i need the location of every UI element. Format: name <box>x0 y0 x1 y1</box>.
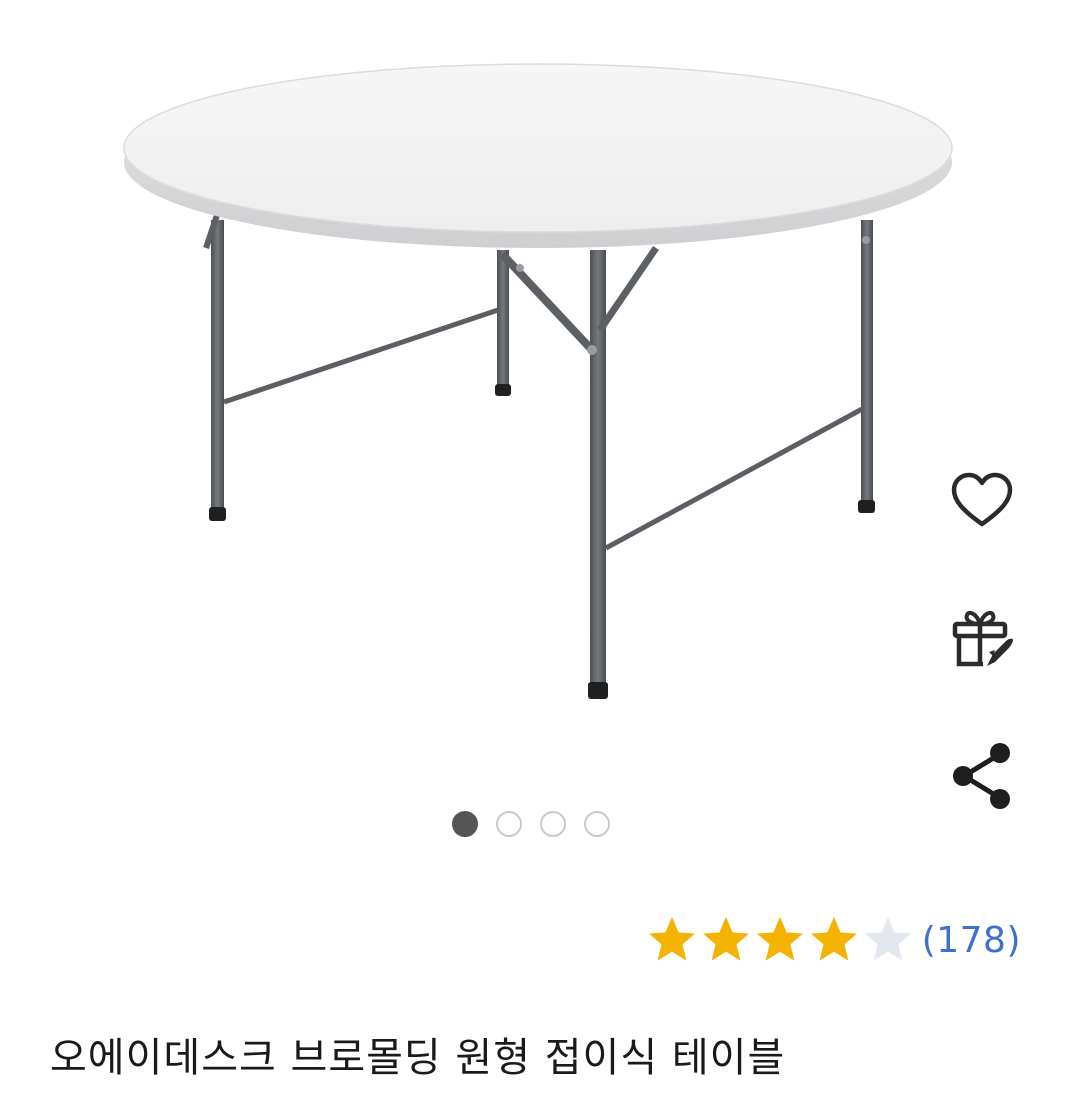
carousel-dot[interactable] <box>496 811 522 837</box>
carousel-dot[interactable] <box>540 811 566 837</box>
star-empty-icon <box>864 917 911 961</box>
star-filled-icon <box>756 917 803 961</box>
product-image[interactable] <box>0 0 1079 800</box>
share-icon <box>953 743 1010 809</box>
star-filled-icon <box>810 917 857 961</box>
star-filled-icon <box>648 917 695 961</box>
table-illustration <box>123 63 953 699</box>
review-count-link[interactable]: (178) <box>922 920 1021 961</box>
gift-rocket-icon <box>952 610 1013 667</box>
gift-button[interactable] <box>940 597 1024 681</box>
wishlist-button[interactable] <box>940 460 1024 544</box>
product-title: 오에이데스크 브로몰딩 원형 접이식 테이블 <box>50 1035 786 1081</box>
share-button[interactable] <box>940 734 1024 818</box>
carousel-indicator <box>452 808 610 840</box>
carousel-dot[interactable] <box>452 811 478 837</box>
star-filled-icon <box>702 917 749 961</box>
carousel-dot[interactable] <box>584 811 610 837</box>
heart-icon <box>951 472 1013 527</box>
rating-stars <box>646 914 914 966</box>
product-rating[interactable]: (178) <box>646 912 1021 968</box>
